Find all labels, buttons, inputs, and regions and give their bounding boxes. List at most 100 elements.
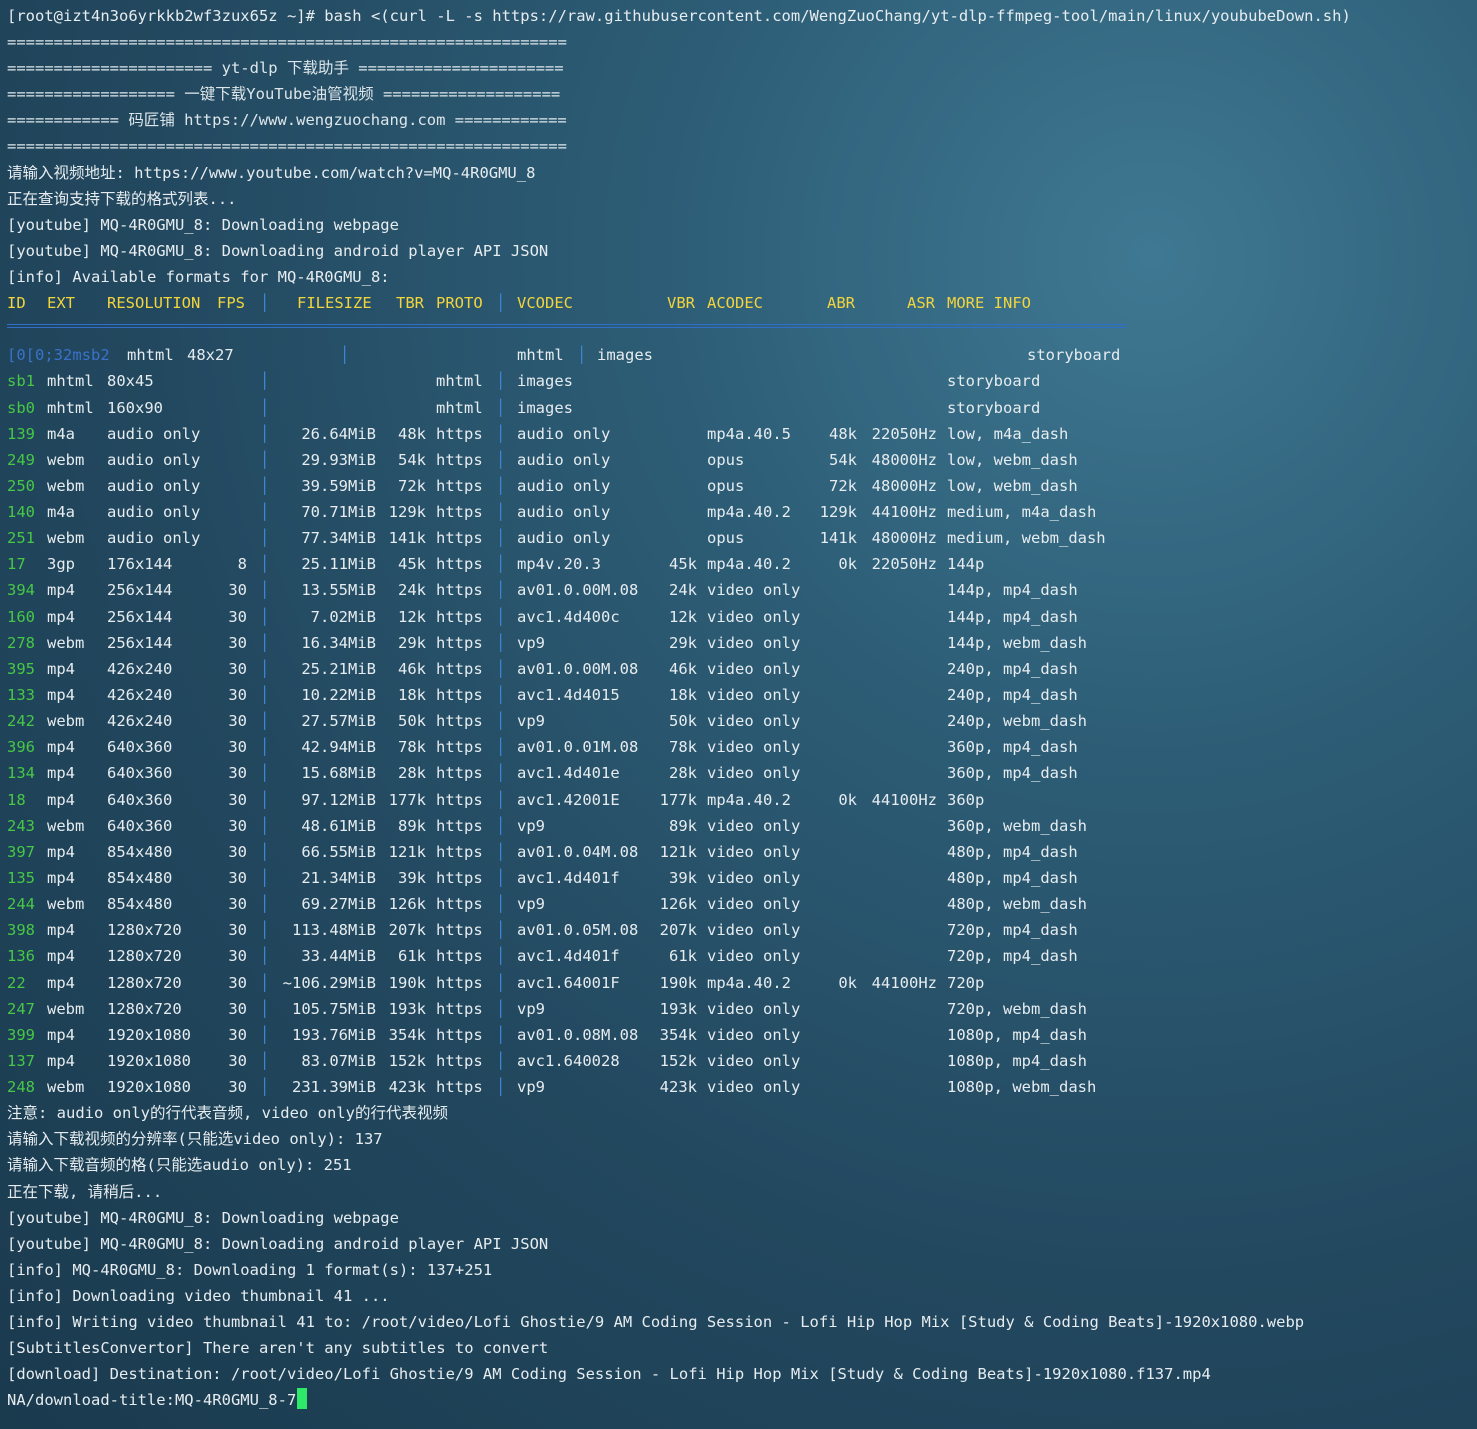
table-row: 135 mp4 854x480 30 │ 21.34MiB 39k https │ avc1.4d… (7, 865, 1473, 891)
format-resolution: 176x144 (107, 555, 173, 574)
shell-prompt: [root@izt4n3o6yrkkb2wf3zux65z ~]# (7, 7, 315, 25)
format-asr: 48000Hz (871, 450, 937, 469)
table-row: 17 3gp 176x144 8 │ 25.11MiB 45k https │ mp4v.20.3… (7, 551, 1473, 577)
format-acodec: video only (707, 842, 801, 861)
format-acodec: video only (707, 921, 801, 940)
format-proto: https (436, 842, 483, 861)
format-acodec: mp4a.40.2 (707, 973, 791, 992)
table-row: 249 webm audio only │ 29.93MiB 54k https │ audio… (7, 447, 1473, 473)
column-divider: │ (496, 764, 506, 783)
format-acodec: mp4a.40.5 (707, 424, 791, 443)
format-acodec: video only (707, 1078, 801, 1097)
format-asr: 48000Hz (871, 476, 937, 495)
format-vbr: 18k (669, 686, 697, 705)
format-abr: 141k (819, 529, 857, 548)
format-acodec: video only (707, 895, 801, 914)
format-more-info: low, webm_dash (947, 450, 1078, 469)
output-line: [info] MQ-4R0GMU_8: Downloading 1 format… (7, 1260, 493, 1279)
table-row: 399 mp4 1920x1080 30 │ 193.76MiB 354k https │ av0… (7, 1022, 1473, 1048)
format-vbr: 46k (669, 659, 697, 678)
format-id: 394 (7, 581, 35, 600)
header-fps: FPS (217, 294, 245, 313)
format-fps: 30 (228, 973, 247, 992)
table-row: 139 m4a audio only │ 26.64MiB 48k https │ audio … (7, 421, 1473, 447)
format-tbr: 423k (388, 1078, 426, 1097)
format-more-info: 480p, webm_dash (947, 895, 1087, 914)
output-line: [youtube] MQ-4R0GMU_8: Downloading webpa… (7, 1208, 399, 1227)
format-vbr: 190k (659, 973, 697, 992)
format-filesize: 26.64MiB (301, 424, 376, 443)
format-fps: 30 (228, 633, 247, 652)
format-resolution: 640x360 (107, 790, 173, 809)
table-row: 140 m4a audio only │ 70.71MiB 129k https │ audio… (7, 499, 1473, 525)
format-ext: mp4 (47, 738, 75, 757)
terminal-output[interactable]: [root@izt4n3o6yrkkb2wf3zux65z ~]# bash <… (7, 3, 1473, 1413)
format-resolution: 640x360 (107, 816, 173, 835)
format-filesize: 66.55MiB (301, 842, 376, 861)
format-ext: mp4 (47, 686, 75, 705)
format-more-info: 240p, mp4_dash (947, 686, 1078, 705)
format-more-info: 1080p, mp4_dash (947, 1025, 1087, 1044)
format-acodec: video only (707, 607, 801, 626)
format-filesize: 13.55MiB (301, 581, 376, 600)
format-vcodec: avc1.64001F (517, 973, 620, 992)
format-vcodec: vp9 (517, 895, 545, 914)
format-vbr: 89k (669, 816, 697, 835)
table-row: 160 mp4 256x144 30 │ 7.02MiB 12k https │ avc1.4d4… (7, 604, 1473, 630)
format-ext: webm (47, 529, 85, 548)
format-tbr: 50k (398, 712, 426, 731)
table-row: 247 webm 1280x720 30 │ 105.75MiB 193k https │ vp9… (7, 996, 1473, 1022)
table-row-first: [0[0;32msb2 mhtml 48x27 │ mhtml │ images… (7, 342, 1473, 368)
text-cursor (297, 1388, 308, 1410)
format-more-info: 720p, webm_dash (947, 999, 1087, 1018)
header-acodec: ACODEC (707, 294, 763, 313)
format-tbr: 152k (388, 1052, 426, 1071)
format-acodec: video only (707, 947, 801, 966)
banner-line: ====================== yt-dlp 下载助手 =====… (7, 59, 564, 78)
format-filesize: 25.11MiB (301, 555, 376, 574)
format-more-info: 360p, mp4_dash (947, 738, 1078, 757)
column-divider: │ (496, 1078, 506, 1097)
format-id: 247 (7, 999, 35, 1018)
format-vcodec: avc1.4d401f (517, 947, 620, 966)
format-ext: webm (47, 633, 85, 652)
format-fps: 30 (228, 842, 247, 861)
format-acodec: video only (707, 659, 801, 678)
format-filesize: 25.21MiB (301, 659, 376, 678)
column-divider: │ (496, 476, 506, 495)
format-ext: webm (47, 450, 85, 469)
format-id: 248 (7, 1078, 35, 1097)
format-vbr: 207k (659, 921, 697, 940)
format-resolution: 1280x720 (107, 999, 182, 1018)
format-resolution: 640x360 (107, 764, 173, 783)
format-tbr: 121k (388, 842, 426, 861)
format-id: 17 (7, 555, 26, 574)
format-acodec: mp4a.40.2 (707, 503, 791, 522)
format-proto: https (436, 529, 483, 548)
header-more-info: MORE INFO (947, 294, 1031, 313)
column-divider: │ (496, 712, 506, 731)
format-proto: https (436, 581, 483, 600)
format-vcodec: avc1.4d401e (517, 764, 620, 783)
format-more-info: storyboard (1027, 346, 1121, 365)
command-text: bash <(curl -L -s https://raw.githubuser… (324, 7, 1351, 25)
format-proto: https (436, 450, 483, 469)
separator-line (7, 324, 1127, 329)
format-tbr: 28k (398, 764, 426, 783)
format-fps: 30 (228, 686, 247, 705)
format-id: 136 (7, 947, 35, 966)
format-id: 251 (7, 529, 35, 548)
format-filesize: 83.07MiB (301, 1052, 376, 1071)
format-filesize: 21.34MiB (301, 869, 376, 888)
format-abr: 72k (829, 476, 857, 495)
table-row: 137 mp4 1920x1080 30 │ 83.07MiB 152k https │ avc1… (7, 1048, 1473, 1074)
format-id: 160 (7, 607, 35, 626)
table-row: 244 webm 854x480 30 │ 69.27MiB 126k https │ vp9 12… (7, 891, 1473, 917)
format-ext: mp4 (47, 921, 75, 940)
table-row: 394 mp4 256x144 30 │ 13.55MiB 24k https │ av01.0.… (7, 577, 1473, 603)
column-divider: │ (496, 842, 506, 861)
format-vcodec: av01.0.00M.08 (517, 659, 639, 678)
column-divider: │ (496, 816, 506, 835)
format-vbr: 45k (669, 555, 697, 574)
header-resolution: RESOLUTION (107, 294, 201, 313)
